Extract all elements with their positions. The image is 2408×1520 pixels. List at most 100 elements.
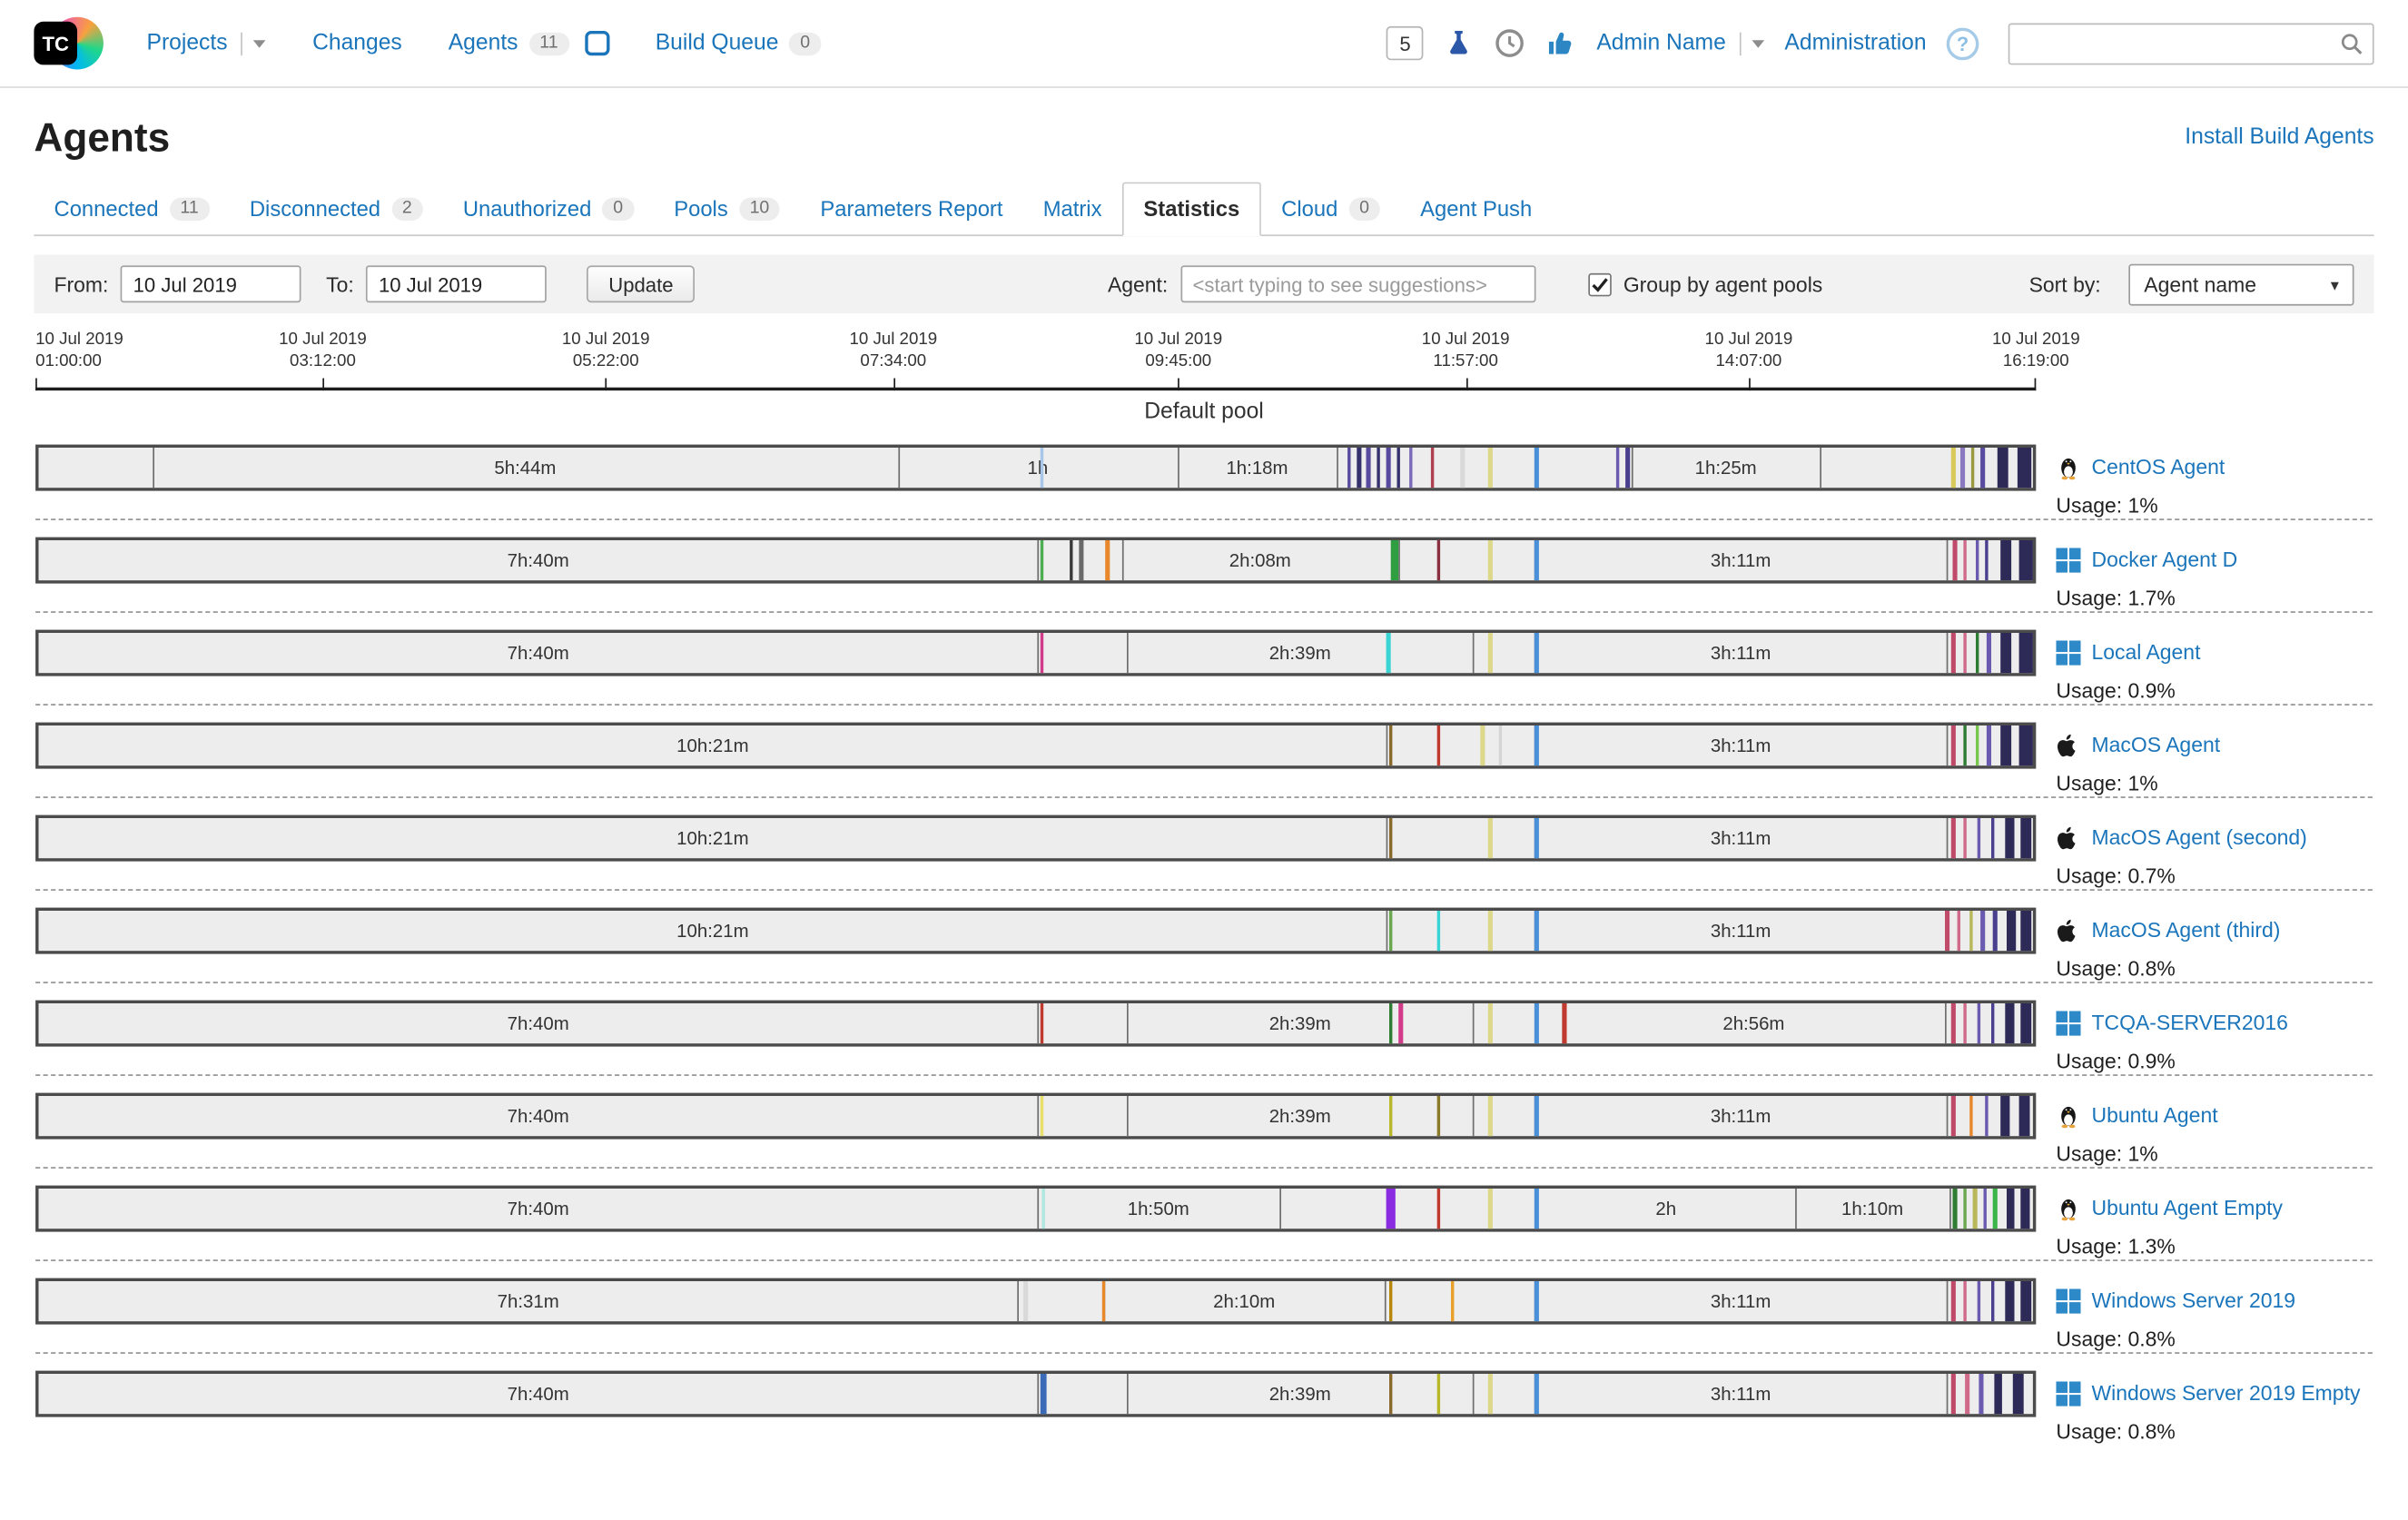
tab-pools[interactable]: Pools10 — [654, 183, 800, 234]
build-stripe[interactable] — [1488, 633, 1492, 673]
build-stripe[interactable] — [1040, 1374, 1046, 1414]
teamcity-logo[interactable]: TC — [34, 11, 104, 75]
build-stripe[interactable] — [1963, 633, 1967, 673]
build-stripe[interactable] — [1488, 540, 1492, 580]
help-icon[interactable]: ? — [1947, 27, 1979, 60]
build-stripe[interactable] — [1961, 448, 1965, 488]
build-stripe[interactable] — [1388, 1096, 1392, 1136]
build-stripe[interactable] — [1981, 448, 1985, 488]
build-stripe[interactable] — [1963, 1003, 1967, 1043]
build-stripe[interactable] — [1951, 633, 1955, 673]
build-stripe[interactable] — [1951, 725, 1955, 765]
tab-disconnected[interactable]: Disconnected2 — [230, 183, 443, 234]
build-stripe[interactable] — [1040, 633, 1043, 673]
install-build-agents-link[interactable]: Install Build Agents — [2185, 125, 2373, 150]
build-stripe[interactable] — [1971, 448, 1975, 488]
build-stripe[interactable] — [1498, 725, 1502, 765]
build-stripe[interactable] — [1070, 540, 1073, 580]
build-stripe[interactable] — [1993, 911, 1997, 951]
build-stripe[interactable] — [1451, 1281, 1455, 1321]
agent-name-link[interactable]: MacOS Agent (third) — [2092, 916, 2281, 945]
tab-matrix[interactable]: Matrix — [1023, 183, 1122, 234]
flask-icon[interactable] — [1444, 28, 1475, 59]
build-stripe[interactable] — [1991, 818, 1995, 858]
build-stripe[interactable] — [2005, 818, 2014, 858]
tab-statistics[interactable]: Statistics — [1122, 183, 1261, 237]
build-stripe[interactable] — [1963, 1281, 1967, 1321]
build-stripe[interactable] — [1387, 633, 1390, 673]
agent-name-link[interactable]: Local Agent — [2092, 638, 2201, 667]
agent-name-link[interactable]: MacOS Agent — [2092, 731, 2221, 760]
build-stripe[interactable] — [1981, 911, 1985, 951]
build-stripe[interactable] — [1945, 911, 1949, 951]
build-stripe[interactable] — [1387, 448, 1390, 488]
build-stripe[interactable] — [1969, 1096, 1973, 1136]
build-stripe[interactable] — [2019, 540, 2033, 580]
build-stripe[interactable] — [1985, 540, 1989, 580]
build-stripe[interactable] — [2017, 448, 2030, 488]
build-stripe[interactable] — [2021, 911, 2032, 951]
tab-unauthorized[interactable]: Unauthorized0 — [443, 183, 654, 234]
build-stripe[interactable] — [1041, 1189, 1045, 1229]
build-stripe[interactable] — [1953, 1189, 1957, 1229]
build-stripe[interactable] — [2019, 633, 2033, 673]
build-stripe[interactable] — [1388, 1374, 1392, 1414]
build-stripe[interactable] — [1488, 1003, 1492, 1043]
build-stripe[interactable] — [1436, 725, 1440, 765]
build-stripe[interactable] — [1993, 1189, 1997, 1229]
to-date-input[interactable] — [366, 265, 547, 302]
build-stripe[interactable] — [1973, 1189, 1977, 1229]
build-stripe[interactable] — [1987, 725, 1990, 765]
build-stripe[interactable] — [1951, 1003, 1955, 1043]
build-stripe[interactable] — [1347, 448, 1350, 488]
build-stripe[interactable] — [1975, 633, 1979, 673]
build-stripe[interactable] — [1535, 911, 1538, 951]
build-stripe[interactable] — [1388, 818, 1392, 858]
build-stripe[interactable] — [2021, 818, 2032, 858]
build-stripe[interactable] — [1957, 911, 1960, 951]
build-stripe[interactable] — [1975, 540, 1979, 580]
build-stripe[interactable] — [2001, 1096, 2010, 1136]
administration-link[interactable]: Administration — [1784, 31, 1926, 55]
build-stripe[interactable] — [2021, 1003, 2032, 1043]
build-stripe[interactable] — [1488, 911, 1492, 951]
update-button[interactable]: Update — [587, 265, 695, 302]
build-stripe[interactable] — [1995, 1374, 2003, 1414]
build-stripe[interactable] — [1991, 1281, 1995, 1321]
group-by-pools-checkbox[interactable] — [1588, 272, 1612, 296]
build-stripe[interactable] — [1535, 1281, 1538, 1321]
build-stripe[interactable] — [1488, 448, 1492, 488]
build-stripe[interactable] — [1535, 1374, 1538, 1414]
build-stripe[interactable] — [1480, 725, 1484, 765]
nav-item-agents[interactable]: Agents11 — [449, 31, 609, 55]
build-stripe[interactable] — [1535, 1003, 1538, 1043]
search-input[interactable] — [2008, 23, 2374, 64]
build-stripe[interactable] — [1391, 540, 1399, 580]
build-stripe[interactable] — [2021, 1281, 2032, 1321]
sort-by-select[interactable]: Agent name ▼ — [2128, 263, 2354, 305]
build-stripe[interactable] — [1977, 1003, 1980, 1043]
build-stripe[interactable] — [1488, 818, 1492, 858]
agent-name-link[interactable]: Docker Agent D — [2092, 546, 2238, 575]
build-stripe[interactable] — [1535, 448, 1538, 488]
from-date-input[interactable] — [121, 265, 301, 302]
build-stripe[interactable] — [1963, 725, 1967, 765]
build-stripe[interactable] — [1953, 540, 1957, 580]
build-stripe[interactable] — [1963, 818, 1967, 858]
build-stripe[interactable] — [1388, 1281, 1392, 1321]
build-stripe[interactable] — [1080, 540, 1083, 580]
build-stripe[interactable] — [1101, 1281, 1105, 1321]
tab-connected[interactable]: Connected11 — [34, 183, 229, 234]
build-stripe[interactable] — [1488, 1096, 1492, 1136]
build-stripe[interactable] — [1436, 911, 1440, 951]
build-stripe[interactable] — [1535, 633, 1538, 673]
build-stripe[interactable] — [2019, 725, 2033, 765]
build-stripe[interactable] — [1616, 448, 1620, 488]
build-stripe[interactable] — [1563, 1003, 1566, 1043]
nav-item-projects[interactable]: Projects — [147, 31, 267, 55]
build-stripe[interactable] — [1965, 1374, 1969, 1414]
build-stripe[interactable] — [1388, 911, 1392, 951]
build-stripe[interactable] — [1991, 1003, 1995, 1043]
agent-name-link[interactable]: Ubuntu Agent Empty — [2092, 1194, 2284, 1223]
build-stripe[interactable] — [1969, 911, 1973, 951]
